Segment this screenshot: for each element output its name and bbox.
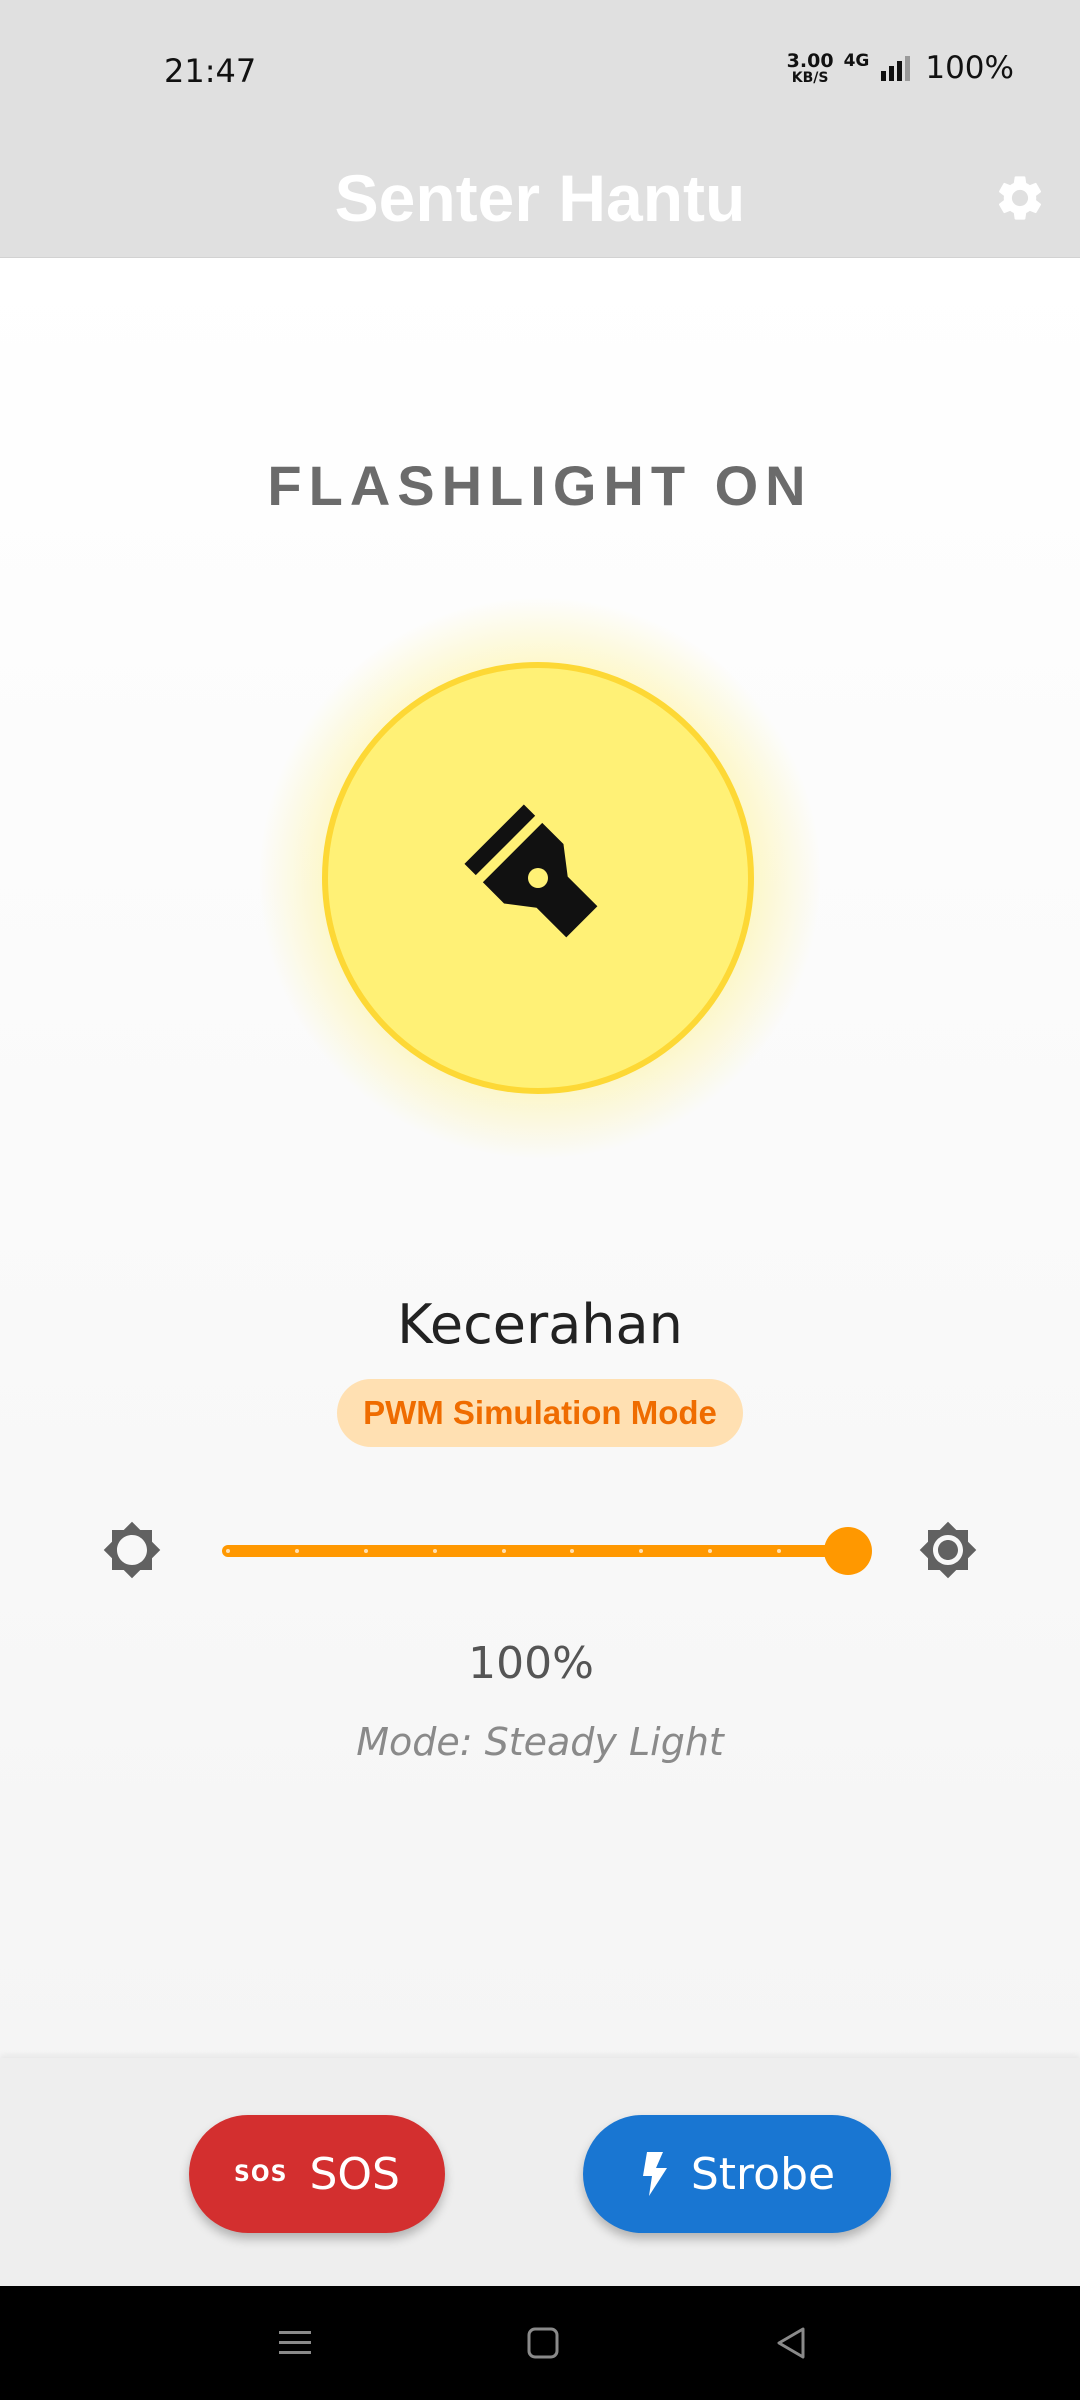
menu-icon <box>279 2331 311 2354</box>
slider-tick <box>432 1549 437 1553</box>
status-bar: 21:47 3.00 KB/S 4G 100% <box>0 0 1080 140</box>
brightness-low-icon <box>103 1521 161 1579</box>
sos-label: SOS <box>309 2148 400 2200</box>
flashlight-toggle-button[interactable] <box>322 662 754 1094</box>
net-speed-value: 3.00 <box>786 49 834 72</box>
slider-thumb[interactable] <box>824 1527 872 1575</box>
bottom-action-panel: SOS SOS Strobe <box>0 2058 1080 2286</box>
home-icon <box>527 2327 559 2359</box>
sos-button[interactable]: SOS SOS <box>189 2115 445 2233</box>
slider-tick <box>363 1549 368 1553</box>
bolt-icon <box>642 2152 667 2196</box>
status-icons: 3.00 KB/S 4G 100% <box>787 50 1014 86</box>
slider-tick <box>501 1549 506 1553</box>
gear-icon <box>998 176 1042 220</box>
network-type: 4G <box>843 51 870 71</box>
brightness-title: Kecerahan <box>397 1293 683 1356</box>
home-button[interactable] <box>516 2316 570 2370</box>
back-button[interactable] <box>764 2316 818 2370</box>
net-speed-unit: KB/S <box>791 69 829 86</box>
menu-button[interactable] <box>268 2316 322 2370</box>
signal-icon <box>881 56 911 81</box>
pwm-mode-badge: PWM Simulation Mode <box>337 1379 743 1447</box>
back-icon <box>777 2327 805 2359</box>
network-speed-indicator: 3.00 KB/S <box>786 49 834 86</box>
brightness-high-icon <box>919 1521 977 1579</box>
slider-tick <box>294 1549 299 1553</box>
settings-button[interactable] <box>990 168 1050 228</box>
sos-icon: SOS <box>234 2161 288 2187</box>
app-bar: Senter Hantu <box>0 140 1080 258</box>
flashlight-status: FLASHLIGHT ON <box>267 454 813 517</box>
main-content: FLASHLIGHT ON Kecerahan PWM Simulation M… <box>0 258 1080 2058</box>
slider-tick <box>226 1549 230 1553</box>
mode-label: Mode: Steady Light <box>356 1720 724 1764</box>
brightness-slider[interactable] <box>222 1520 882 1580</box>
strobe-label: Strobe <box>690 2148 836 2200</box>
slider-track-active <box>222 1545 848 1557</box>
flashlight-icon <box>464 804 598 938</box>
system-nav-bar <box>0 2286 1080 2400</box>
app-title: Senter Hantu <box>334 161 746 235</box>
status-time: 21:47 <box>164 52 257 90</box>
battery-level: 100% <box>925 50 1014 86</box>
brightness-percent: 100% <box>468 1638 594 1689</box>
strobe-button[interactable]: Strobe <box>583 2115 891 2233</box>
